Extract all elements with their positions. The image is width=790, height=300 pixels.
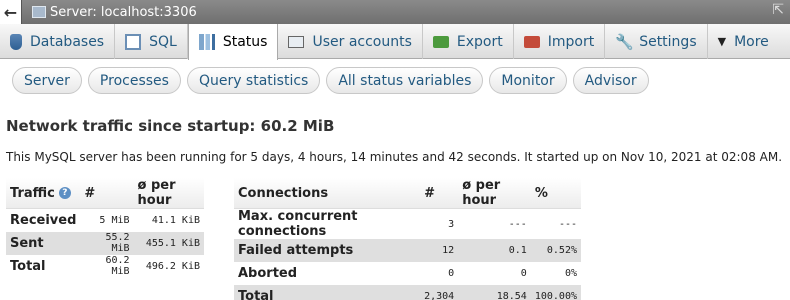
tab-label: Settings — [639, 33, 697, 50]
table-row: Failed attempts 12 0.1 0.52% — [234, 239, 581, 262]
uptime-info: This MySQL server has been running for 5… — [6, 150, 783, 164]
row-label: Total — [6, 254, 81, 278]
wrench-icon: 🔧 — [615, 32, 634, 51]
cell-value: --- — [458, 208, 531, 239]
subtab-server[interactable]: Server — [12, 67, 82, 94]
cell-value: 0 — [458, 262, 531, 285]
table-row: Sent 55.2 MiB 455.1 KiB — [6, 231, 204, 255]
cell-value: 60.2 MiB — [80, 254, 134, 278]
tab-status[interactable]: Status — [187, 24, 279, 60]
status-icon — [198, 34, 215, 50]
table-row: Total 60.2 MiB 496.2 KiB — [6, 254, 204, 278]
server-title[interactable]: Server: localhost:3306 — [50, 5, 197, 20]
sql-icon — [125, 33, 142, 50]
cell-value: --- — [530, 208, 581, 239]
tab-label: More — [734, 33, 769, 50]
tab-import[interactable]: Import — [514, 24, 606, 59]
connections-table: Connections # ø per hour % Max. concurre… — [234, 178, 581, 300]
column-header: # — [80, 178, 134, 209]
column-header: ø per hour — [458, 178, 531, 209]
subtab-monitor[interactable]: Monitor — [489, 67, 567, 94]
export-icon — [432, 35, 449, 48]
column-header: Connections — [234, 178, 421, 209]
tab-label: Export — [456, 33, 503, 50]
column-header-label: Traffic — [10, 185, 55, 201]
tab-label: Databases — [30, 33, 105, 50]
tab-databases[interactable]: Databases — [0, 24, 116, 59]
row-label: Failed attempts — [234, 239, 421, 262]
subtab-advisor[interactable]: Advisor — [572, 67, 649, 94]
cell-value: 3 — [420, 208, 459, 239]
users-icon — [288, 35, 305, 48]
subtab-query-statistics[interactable]: Query statistics — [186, 67, 321, 94]
table-row: Max. concurrent connections 3 --- --- — [234, 208, 581, 239]
cell-value: 12 — [420, 239, 459, 262]
server-icon — [32, 6, 46, 18]
database-icon — [10, 33, 22, 50]
cell-value: 55.2 MiB — [80, 231, 134, 255]
cell-value: 2,304 — [420, 285, 459, 300]
row-label: Aborted — [234, 262, 421, 285]
column-header: # — [420, 178, 459, 209]
row-label: Max. concurrent connections — [234, 208, 421, 239]
cell-value: 455.1 KiB — [133, 231, 204, 255]
cell-value: 0.52% — [530, 239, 581, 262]
cell-value: 0 — [420, 262, 459, 285]
main-tabs: Databases SQL Status User accounts Expor… — [0, 24, 790, 60]
server-breadcrumb-bar: ← Server: localhost:3306 ⇱ — [0, 0, 790, 24]
status-subtabs: Server Processes Query statistics All st… — [12, 67, 649, 94]
column-header: ø per hour — [133, 178, 204, 209]
column-header: Traffic? — [6, 178, 81, 209]
tab-settings[interactable]: 🔧 Settings — [605, 24, 708, 59]
table-row: Total 2,304 18.54 100.00% — [234, 285, 581, 300]
tab-more[interactable]: ▼ More — [708, 24, 779, 59]
cell-value: 41.1 KiB — [133, 208, 204, 232]
help-icon[interactable]: ? — [58, 187, 71, 199]
traffic-table: Traffic? # ø per hour Received 5 MiB 41.… — [6, 178, 204, 278]
tab-label: Status — [222, 34, 268, 50]
row-label: Total — [234, 285, 421, 300]
cell-value: 5 MiB — [80, 208, 134, 232]
tab-user-accounts[interactable]: User accounts — [278, 24, 423, 59]
subtab-all-status-variables[interactable]: All status variables — [326, 67, 484, 94]
row-label: Received — [6, 208, 81, 232]
table-row: Received 5 MiB 41.1 KiB — [6, 208, 204, 232]
tab-label: SQL — [149, 33, 177, 50]
cell-value: 18.54 — [458, 285, 531, 300]
tab-export[interactable]: Export — [423, 24, 514, 59]
back-arrow-icon[interactable]: ← — [0, 0, 22, 24]
import-icon — [523, 35, 540, 48]
cell-value: 496.2 KiB — [133, 254, 204, 278]
tab-sql[interactable]: SQL — [115, 24, 188, 59]
tab-label: User accounts — [312, 33, 412, 50]
subtab-processes[interactable]: Processes — [87, 67, 181, 94]
table-row: Aborted 0 0 0% — [234, 262, 581, 285]
row-label: Sent — [6, 231, 81, 255]
cell-value: 100.00% — [530, 285, 581, 300]
cell-value: 0.1 — [458, 239, 531, 262]
page-heading: Network traffic since startup: 60.2 MiB — [6, 117, 335, 135]
column-header: % — [530, 178, 581, 209]
chevron-down-icon: ▼ — [717, 35, 727, 48]
cell-value: 0% — [530, 262, 581, 285]
tab-label: Import — [547, 33, 595, 50]
collapse-icon[interactable]: ⇱ — [772, 2, 784, 18]
